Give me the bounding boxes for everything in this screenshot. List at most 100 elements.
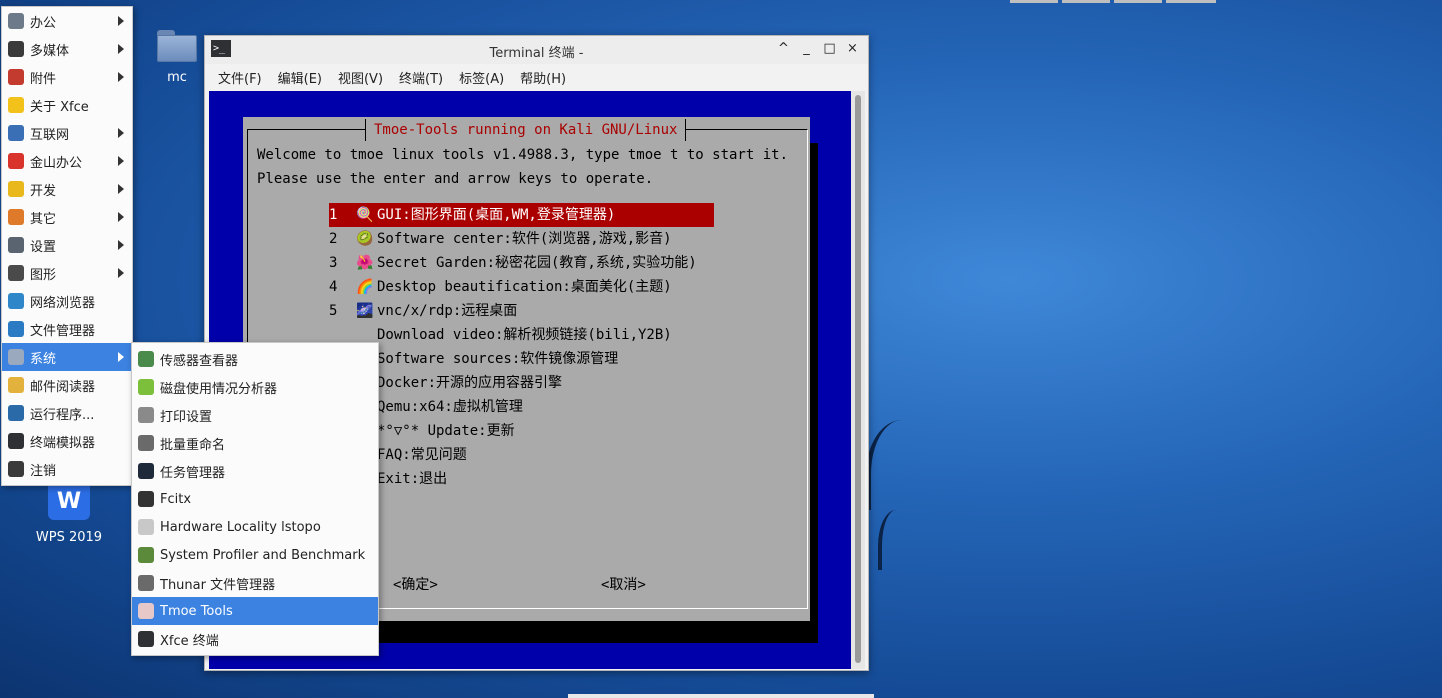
system-submenu-item-label: 传感器查看器 [160,353,239,369]
app-menu-item[interactable]: 多媒体 [2,35,132,63]
app-menu-item-label: 系统 [30,351,57,367]
app-menu-item[interactable]: 金山办公 [2,147,132,175]
app-menu-item-label: 金山办公 [30,155,83,171]
option-number: 3 [329,255,338,271]
app-menu-item-label: 注销 [30,463,57,479]
menu-option-row[interactable]: 4 🌈 Desktop beautification:桌面美化(主题) [329,275,714,299]
system-submenu-item-label: System Profiler and Benchmark [160,547,366,563]
option-label: Exit:退出 [377,471,448,487]
submenu-arrow-icon [118,72,124,82]
app-menu-item-label: 关于 Xfce [30,99,89,115]
option-label: Download video:解析视频链接(bili,Y2B) [377,327,672,343]
option-number: 5 [329,303,338,319]
system-submenu-item[interactable]: 任务管理器 [132,457,378,485]
menu-option-row[interactable]: Qemu:x64:虚拟机管理 [329,395,714,419]
maximize-button[interactable]: □ [822,41,837,57]
close-button[interactable]: × [845,41,860,57]
app-menu-item[interactable]: 附件 [2,63,132,91]
menu-option-row[interactable]: Software sources:软件镜像源管理 [329,347,714,371]
menu-help[interactable]: 帮助(H) [512,68,574,87]
app-menu-item[interactable]: 设置 [2,231,132,259]
app-menu-item[interactable]: 注销 [2,455,132,483]
terminal-scrollbar[interactable] [851,91,865,669]
app-menu-item[interactable]: 互联网 [2,119,132,147]
lstopo-icon [138,519,154,535]
bulk-rename-icon [138,435,154,451]
menu-option-row[interactable]: *°▽°* Update:更新 [329,419,714,443]
menu-option-row[interactable]: FAQ:常见问题 [329,443,714,467]
desktop-icon-mc[interactable]: mc [142,30,212,85]
printer-icon [138,407,154,423]
system-submenu-item-label: Xfce 终端 [160,633,219,649]
menu-option-row[interactable]: 2 🥝 Software center:软件(浏览器,游戏,影音) [329,227,714,251]
app-menu-item[interactable]: 图形 [2,259,132,287]
option-emoji-icon: 🥝 [356,231,374,247]
system-submenu-item[interactable]: 传感器查看器 [132,345,378,373]
system-submenu: 传感器查看器磁盘使用情况分析器 打印设置批量重命名任务管理器 Fcitx Hardwa… [131,342,379,656]
system-submenu-item[interactable]: Hardware Locality lstopo [132,513,378,541]
app-menu-item[interactable]: 文件管理器 [2,315,132,343]
accessories-icon [8,69,24,85]
ok-button[interactable]: <确定> [393,574,438,596]
system-submenu-item[interactable]: Fcitx [132,485,378,513]
app-menu-item[interactable]: 办公 [2,7,132,35]
system-submenu-item[interactable]: 批量重命名 [132,429,378,457]
desktop-icon-wps[interactable]: W WPS 2019 [34,484,104,545]
kali-logo-stroke [866,420,926,510]
run-program-icon [8,405,24,421]
menu-terminal[interactable]: 终端(T) [391,68,451,87]
app-menu-item-label: 邮件阅读器 [30,379,96,395]
shade-button[interactable]: ^ [776,41,791,57]
menu-edit[interactable]: 编辑(E) [270,68,330,87]
terminal-menubar: 文件(F) 编辑(E) 视图(V) 终端(T) 标签(A) 帮助(H) [205,64,868,90]
app-menu-item[interactable]: 运行程序... [2,399,132,427]
app-menu-item[interactable]: 网络浏览器 [2,287,132,315]
desktop-icon-label: mc [167,70,187,85]
menu-option-row[interactable]: Exit:退出 [329,467,714,491]
dialog-title: Tmoe-Tools running on Kali GNU/Linux [365,119,687,141]
taskbar-edge [568,694,874,698]
menu-tabs[interactable]: 标签(A) [451,68,512,87]
tmoe-icon [138,603,154,619]
system-submenu-item[interactable]: Thunar 文件管理器 [132,569,378,597]
app-menu-item[interactable]: 其它 [2,203,132,231]
app-menu-item[interactable]: 邮件阅读器 [2,371,132,399]
menu-option-row[interactable]: 5 🌌 vnc/x/rdp:远程桌面 [329,299,714,323]
app-menu-item[interactable]: 终端模拟器 [2,427,132,455]
option-label: *°▽°* Update:更新 [377,423,515,439]
menu-file[interactable]: 文件(F) [210,68,270,87]
globe-icon [8,125,24,141]
menu-option-row[interactable]: Download video:解析视频链接(bili,Y2B) [329,323,714,347]
system-submenu-item[interactable]: 打印设置 [132,401,378,429]
option-emoji-icon: 🌈 [356,279,374,295]
system-submenu-item-label: Tmoe Tools [160,603,233,619]
menu-option-row[interactable]: 1 🍭 GUI:图形界面(桌面,WM,登录管理器) [329,203,714,227]
app-menu-item[interactable]: 关于 Xfce [2,91,132,119]
system-submenu-item[interactable]: Tmoe Tools [132,597,378,625]
system-submenu-item[interactable]: Xfce 终端 [132,625,378,653]
option-label: Docker:开源的应用容器引擎 [377,375,563,391]
scrollbar-thumb[interactable] [855,95,861,663]
app-menu-item-label: 开发 [30,183,57,199]
app-menu-item[interactable]: 系统 [2,343,132,371]
system-submenu-item-label: 批量重命名 [160,437,226,453]
menu-option-row[interactable]: Docker:开源的应用容器引擎 [329,371,714,395]
star-icon [8,97,24,113]
office-icon [8,13,24,29]
system-submenu-item[interactable]: 磁盘使用情况分析器 [132,373,378,401]
panel-tab [1166,0,1216,3]
cancel-button[interactable]: <取消> [601,574,646,596]
submenu-arrow-icon [118,268,124,278]
app-menu-item-label: 多媒体 [30,43,70,59]
option-emoji-icon: 🌺 [356,255,374,271]
sensor-icon [138,351,154,367]
app-menu-item[interactable]: 开发 [2,175,132,203]
system-submenu-item[interactable]: System Profiler and Benchmark [132,541,378,569]
app-menu-item-label: 办公 [30,15,57,31]
option-number: 1 [329,207,338,223]
window-titlebar[interactable]: >_ Terminal 终端 - ^ _ □ × [205,36,868,64]
submenu-arrow-icon [118,44,124,54]
menu-option-row[interactable]: 3 🌺 Secret Garden:秘密花园(教育,系统,实验功能) [329,251,714,275]
minimize-button[interactable]: _ [799,41,814,57]
menu-view[interactable]: 视图(V) [330,68,391,87]
